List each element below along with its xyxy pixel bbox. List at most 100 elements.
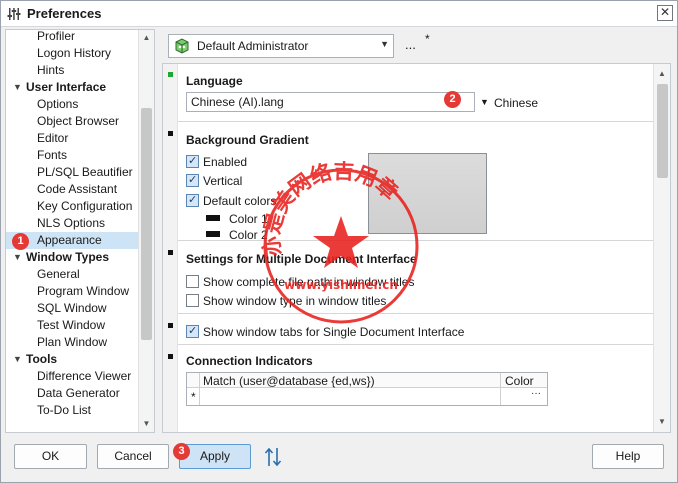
help-button[interactable]: Help: [592, 444, 664, 469]
tree-item-nls-options[interactable]: NLS Options: [6, 215, 140, 232]
tree-item-label: Hints: [37, 63, 65, 77]
default-colors-checkbox[interactable]: Default colors: [186, 192, 277, 209]
chevron-down-icon[interactable]: ▼: [380, 39, 389, 49]
settings-scroll-thumb[interactable]: [657, 84, 668, 178]
color-swatch: [206, 231, 220, 237]
tree-item-label: To-Do List: [37, 403, 92, 417]
tree-item-data-generator[interactable]: Data Generator: [6, 385, 140, 402]
ok-button[interactable]: OK: [14, 444, 87, 469]
show-type-label: Show window type in window titles: [203, 294, 387, 308]
mdi-settings-section: Settings for Multiple Document Interface…: [168, 242, 654, 314]
language-dropdown-icon[interactable]: ▼: [480, 97, 489, 107]
appearance-settings-panel: Language Chinese (AI).lang ▼ Chinese Bac…: [162, 63, 671, 433]
apply-button[interactable]: Apply: [179, 444, 251, 469]
tree-item-label: Program Window: [37, 284, 130, 298]
color-column-header: Color: [505, 374, 534, 388]
section-modified-marker: [168, 72, 173, 77]
tree-item-hints[interactable]: Hints: [6, 62, 140, 79]
grid-header: Match (user@database {ed,ws}) Color: [187, 373, 547, 388]
cancel-button[interactable]: Cancel: [97, 444, 169, 469]
section-marker: [168, 323, 173, 328]
scroll-up-icon[interactable]: ▲: [139, 30, 154, 46]
show-tabs-checkbox[interactable]: Show window tabs for Single Document Int…: [186, 323, 465, 340]
scroll-down-icon[interactable]: ▼: [139, 416, 154, 432]
tree-item-editor[interactable]: Editor: [6, 130, 140, 147]
checkbox-unchecked-icon: [186, 294, 199, 307]
vertical-checkbox[interactable]: Vertical: [186, 172, 242, 189]
tree-item-label: Fonts: [37, 148, 68, 162]
scroll-down-icon[interactable]: ▼: [654, 414, 670, 430]
scroll-up-icon[interactable]: ▲: [654, 66, 670, 82]
show-type-checkbox[interactable]: Show window type in window titles: [186, 293, 386, 309]
color-picker-button[interactable]: ···: [527, 389, 545, 403]
tree-item-label: Tools: [26, 352, 58, 366]
tree-item-label: PL/SQL Beautifier: [37, 165, 133, 179]
chevron-down-icon[interactable]: ▼: [13, 249, 22, 266]
tree-item-key-configuration[interactable]: Key Configuration: [6, 198, 140, 215]
tree-scroll-thumb[interactable]: [141, 108, 152, 340]
section-marker: [168, 354, 173, 359]
tree-item-label: Key Configuration: [37, 199, 133, 213]
tree-item-options[interactable]: Options: [6, 96, 140, 113]
tree-item-to-do-list[interactable]: To-Do List: [6, 402, 140, 419]
step-badge-3: 3: [173, 443, 190, 460]
show-path-label: Show complete file path in window titles: [203, 275, 415, 289]
tree-item-label: Code Assistant: [37, 182, 118, 196]
color2-picker[interactable]: Color 2: [206, 227, 268, 243]
title-bar: Preferences ✕: [1, 1, 677, 27]
tree-item-test-window[interactable]: Test Window: [6, 317, 140, 334]
default-colors-label: Default colors: [203, 194, 277, 208]
tree-item-program-window[interactable]: Program Window: [6, 283, 140, 300]
tree-item-label: Test Window: [37, 318, 106, 332]
background-gradient-section: Background Gradient Enabled Vertical Def…: [168, 123, 654, 243]
tree-item-plan-window[interactable]: Plan Window: [6, 334, 140, 351]
tree-item-label: User Interface: [26, 80, 107, 94]
color2-label: Color 2: [229, 228, 268, 242]
tree-item-general[interactable]: General: [6, 266, 140, 283]
tree-group-window-types[interactable]: ▼ Window Types: [6, 249, 140, 266]
checkbox-checked-icon: [186, 153, 199, 169]
tree-item-label: Plan Window: [37, 335, 108, 349]
user-options-button[interactable]: ...: [405, 37, 416, 52]
show-path-checkbox[interactable]: Show complete file path in window titles: [186, 274, 414, 290]
tree-item-sql-window[interactable]: SQL Window: [6, 300, 140, 317]
tree-scrollbar[interactable]: ▲ ▼: [138, 30, 154, 432]
language-file-select[interactable]: Chinese (AI).lang: [186, 92, 475, 112]
chevron-down-icon[interactable]: ▼: [13, 79, 22, 96]
tree-item-code-assistant[interactable]: Code Assistant: [6, 181, 140, 198]
checkbox-checked-icon: [186, 192, 199, 208]
close-button[interactable]: ✕: [657, 5, 673, 21]
tree-item-object-browser[interactable]: Object Browser: [6, 113, 140, 130]
connection-indicators-grid[interactable]: Match (user@database {ed,ws}) Color * ··…: [186, 372, 548, 406]
color1-picker[interactable]: Color 1: [206, 211, 268, 227]
enabled-checkbox[interactable]: Enabled: [186, 153, 247, 170]
tree-item-profiler[interactable]: Profiler: [6, 29, 140, 45]
match-column-header: Match (user@database {ed,ws}): [203, 374, 375, 388]
sort-arrows-icon[interactable]: [264, 446, 282, 468]
section-marker: [168, 250, 173, 255]
color-swatch: [206, 215, 220, 221]
tree-item-difference-viewer[interactable]: Difference Viewer: [6, 368, 140, 385]
column-divider: [500, 373, 501, 405]
tree-item-label: Editor: [37, 131, 69, 145]
tree-group-user-interface[interactable]: ▼ User Interface: [6, 79, 140, 96]
tree-item-label: Profiler: [37, 29, 76, 43]
tree-item-pl-sql-beautifier[interactable]: PL/SQL Beautifier: [6, 164, 140, 181]
section-gutter: [163, 64, 178, 432]
chevron-down-icon[interactable]: ▼: [13, 351, 22, 368]
settings-scrollbar[interactable]: ▲ ▼: [653, 64, 670, 432]
section-marker: [168, 131, 173, 136]
tree-item-label: Window Types: [26, 250, 110, 264]
new-row-marker: *: [191, 390, 196, 404]
show-tabs-label: Show window tabs for Single Document Int…: [203, 325, 465, 339]
preferences-icon: [7, 8, 21, 20]
tree-item-label: General: [37, 267, 80, 281]
user-profile-select[interactable]: Default Administrator ▼: [168, 34, 394, 58]
preferences-tree: Profiler Logon History Hints ▼ User Interfac…: [5, 29, 155, 433]
database-user-icon: [175, 38, 189, 54]
tree-item-fonts[interactable]: Fonts: [6, 147, 140, 164]
tree-group-tools[interactable]: ▼ Tools: [6, 351, 140, 368]
language-file-value: Chinese (AI).lang: [191, 95, 284, 109]
preferences-window: Preferences ✕ Profiler Logon History Hints…: [0, 0, 678, 483]
tree-item-logon-history[interactable]: Logon History: [6, 45, 140, 62]
